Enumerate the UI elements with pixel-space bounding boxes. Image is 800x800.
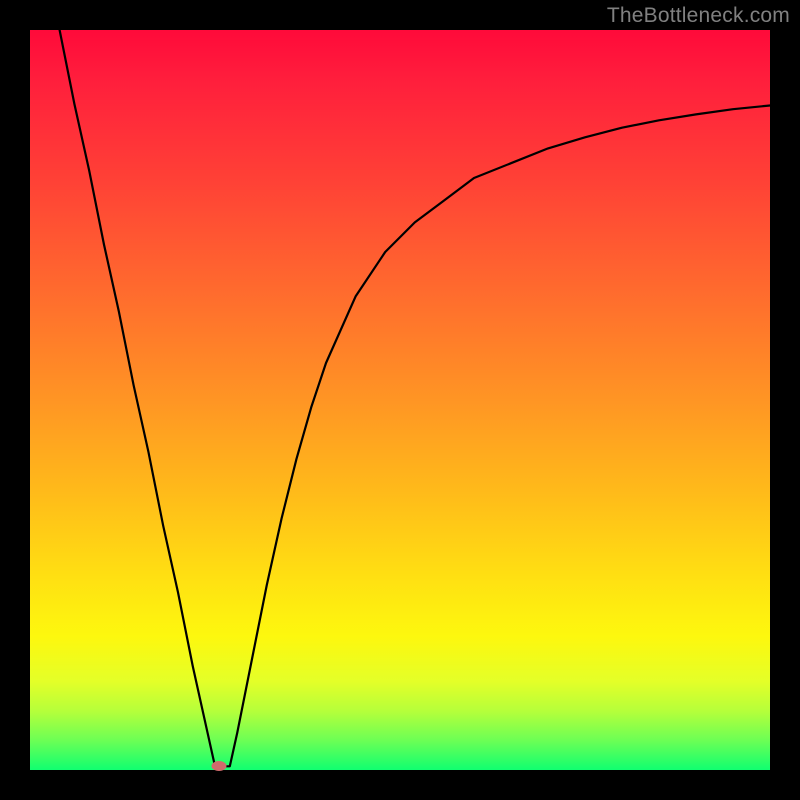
chart-frame: TheBottleneck.com [0, 0, 800, 800]
bottleneck-curve [30, 30, 770, 770]
min-point-marker [211, 761, 226, 771]
plot-area [30, 30, 770, 770]
watermark-text: TheBottleneck.com [607, 4, 790, 28]
